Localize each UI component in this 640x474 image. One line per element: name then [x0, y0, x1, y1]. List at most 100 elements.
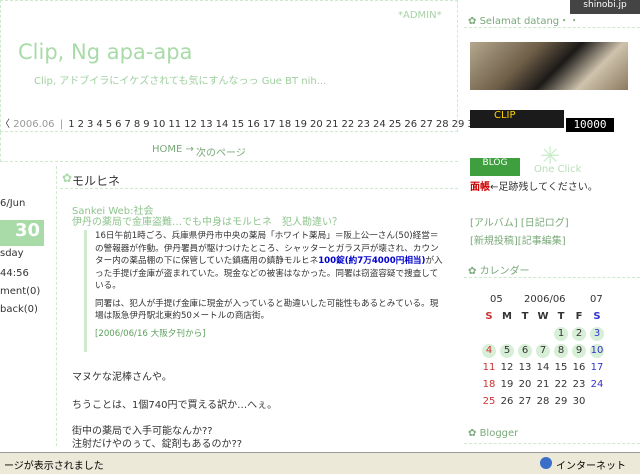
status-text: ージが表示されました — [4, 461, 104, 472]
calendar-weekday-row: SMTWTFS — [482, 310, 612, 327]
blog-title[interactable]: Clip, Ng apa-apa — [18, 40, 192, 64]
sidebar-welcome-heading: ✿ Selamat datang・・ — [464, 12, 640, 28]
sidebar-calendar-heading: ✿ カレンダー — [464, 262, 640, 278]
quote-emphasis: 100錠(約7万4000円相当) — [318, 256, 426, 266]
calendar-day[interactable]: 9 — [572, 344, 586, 358]
sidebar-links-post-edit[interactable]: [新規投稿][記事編集] — [470, 232, 566, 247]
pager-day-link[interactable]: 7 — [125, 119, 131, 130]
calendar-day[interactable]: 4 — [482, 344, 496, 358]
calendar-weekday: W — [537, 311, 549, 322]
calendar-next-month[interactable]: 07 — [590, 294, 603, 305]
calendar-day[interactable]: 1 — [554, 327, 568, 341]
pager-day-link[interactable]: 23 — [357, 119, 370, 130]
trackback-link[interactable]: back(0) — [0, 304, 38, 315]
calendar-day — [482, 327, 496, 341]
calendar-day[interactable]: 10 — [590, 344, 604, 358]
pager-day-link[interactable]: 27 — [420, 119, 433, 130]
visitor-counter: 10000 — [566, 118, 614, 132]
body-text: ちうことは、1個740円で買える訳か…へぇ。 — [72, 400, 278, 411]
calendar-day — [500, 327, 514, 341]
calendar-day: 24 — [590, 379, 604, 390]
pager-day-link[interactable]: 4 — [96, 119, 102, 130]
calendar-day: 12 — [500, 362, 514, 373]
pager-day-link[interactable]: 2 — [78, 119, 84, 130]
calendar-day — [590, 395, 604, 409]
body-text: マヌケな泥棒さんや。 — [72, 372, 172, 383]
calendar-current-month: 2006/06 — [524, 294, 566, 305]
pager-day-link[interactable]: 25 — [389, 119, 402, 130]
security-zone: インターネット — [556, 461, 626, 472]
pager-day-link[interactable]: 29 — [452, 119, 465, 130]
pager-day-link[interactable]: 10 — [153, 119, 166, 130]
pager-prev-month[interactable]: 2006.06 — [13, 119, 54, 130]
calendar-day: 21 — [536, 379, 550, 390]
clip-badge[interactable]: CLIP — [470, 110, 564, 128]
pager-day-link[interactable]: 1 — [68, 119, 74, 130]
pager-day-link[interactable]: 15 — [231, 119, 244, 130]
calendar-weekday: M — [502, 311, 512, 322]
calendar-day[interactable]: 3 — [590, 327, 604, 341]
entry-day-number: 30 — [0, 220, 44, 246]
comment-link[interactable]: ment(0) — [0, 286, 40, 297]
pager-day-link[interactable]: 20 — [310, 119, 323, 130]
pager-day-link[interactable]: 12 — [184, 119, 197, 130]
calendar-day[interactable]: 6 — [518, 344, 532, 358]
entry-date-column: 6/Jun sday 44:56 ment(0) back(0) — [0, 166, 57, 446]
footprint-link[interactable]: 面帳 — [470, 182, 490, 193]
calendar-day[interactable]: 7 — [536, 344, 550, 358]
calendar-day[interactable]: 8 — [554, 344, 568, 358]
globe-icon — [540, 457, 552, 469]
entry-title[interactable]: モルヒネ — [72, 172, 120, 189]
pager-day-link[interactable]: 9 — [143, 119, 149, 130]
quote-source-link[interactable]: [2006/06/16 大阪夕刊から] — [95, 328, 444, 341]
calendar-weekday: S — [593, 311, 601, 322]
calendar-day: 25 — [482, 396, 496, 407]
calendar-week-row: 11 12 13 14 15 16 17 — [482, 361, 612, 378]
calendar-day[interactable]: 2 — [572, 327, 586, 341]
calendar-weekday: T — [557, 311, 565, 322]
source-headline[interactable]: 伊丹の薬局で金庫盗難…でも中身はモルヒネ 犯人勘違い？ — [72, 213, 342, 228]
pager-day-link[interactable]: 26 — [404, 119, 417, 130]
pager-day-link[interactable]: 6 — [115, 119, 121, 130]
footprint-notice: 面帳←足跡残してください。 — [470, 182, 598, 193]
pager-day-links[interactable]: 1 2 3 4 5 6 7 8 9 10 11 12 13 14 15 16 17 18 19 20 21 22 23 24 2… — [68, 119, 483, 130]
calendar-day[interactable]: 5 — [500, 344, 514, 358]
calendar-day: 15 — [554, 362, 568, 373]
pager-day-link[interactable]: 21 — [326, 119, 339, 130]
quote-paragraph-2: 同署は、犯人が手提げ金庫に現金が入っていると勘違いした可能性もあるとみている。現… — [95, 298, 439, 322]
sidebar-links-album-diary[interactable]: [アルバム] [日記ログ] — [470, 214, 569, 229]
entry-weekday: sday — [0, 248, 24, 259]
calendar-prev-month[interactable]: 05 — [490, 294, 503, 305]
home-link[interactable]: HOME → — [152, 144, 194, 155]
browser-status-bar: ージが表示されました インターネット — [0, 452, 640, 474]
pager-day-link[interactable]: 18 — [279, 119, 292, 130]
calendar-day: 11 — [482, 362, 496, 373]
calendar-day — [518, 327, 532, 341]
pager-day-link[interactable]: 22 — [341, 119, 354, 130]
pager-day-link[interactable]: 17 — [263, 119, 276, 130]
pager-day-link[interactable]: 19 — [294, 119, 307, 130]
shinobi-watermark: shinobi.jp — [570, 0, 640, 14]
pager-day-link[interactable]: 28 — [436, 119, 449, 130]
sidebar-blogger-heading: ✿ Blogger — [464, 428, 640, 444]
next-page-link[interactable]: 次のページ — [196, 144, 246, 159]
profile-photo — [470, 42, 628, 90]
pager-day-link[interactable]: 8 — [134, 119, 140, 130]
blog-ranking-badge[interactable]: BLOG — [470, 158, 520, 176]
calendar-day: 29 — [554, 396, 568, 407]
pager-day-link[interactable]: 14 — [216, 119, 229, 130]
pager-day-link[interactable]: 24 — [373, 119, 386, 130]
calendar-weekday: S — [485, 311, 493, 322]
calendar-weekday: F — [575, 311, 583, 322]
calendar-day: 22 — [554, 379, 568, 390]
pager-prev-icon[interactable]: 〈 — [0, 119, 10, 130]
pager-day-link[interactable]: 16 — [247, 119, 260, 130]
pager-day-link[interactable]: 11 — [168, 119, 181, 130]
pager-day-link[interactable]: 5 — [106, 119, 112, 130]
calendar-week-row: 18 19 20 21 22 23 24 — [482, 378, 612, 395]
pager-day-link[interactable]: 13 — [200, 119, 213, 130]
admin-link[interactable]: *ADMIN* — [398, 10, 442, 21]
calendar-day: 16 — [572, 362, 586, 373]
pager-day-link[interactable]: 3 — [87, 119, 93, 130]
calendar-day: 17 — [590, 362, 604, 373]
